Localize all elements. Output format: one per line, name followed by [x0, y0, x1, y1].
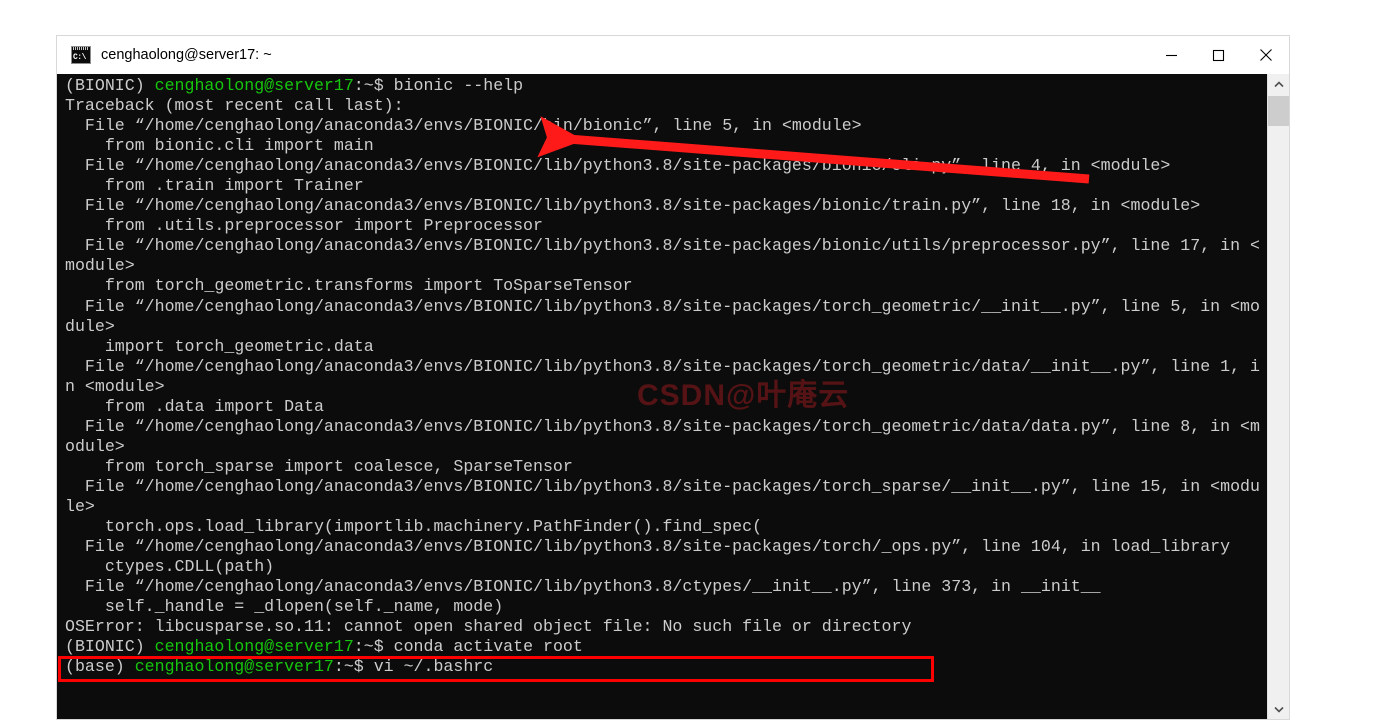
- terminal-line: from .data import Data: [65, 397, 1257, 417]
- terminal-segment: Traceback (most recent call last):: [65, 96, 404, 116]
- terminal-line: File “/home/cenghaolong/anaconda3/envs/B…: [65, 356, 1260, 377]
- terminal-line: File “/home/cenghaolong/anaconda3/envs/B…: [65, 156, 1257, 176]
- terminal-segment: ctypes.CDLL(path): [65, 557, 275, 577]
- terminal-line: File “/home/cenghaolong/anaconda3/envs/B…: [65, 577, 1257, 597]
- chevron-down-icon: [1273, 706, 1284, 713]
- terminal-segment: File “/home/cenghaolong/anaconda3/envs/B…: [65, 296, 1260, 316]
- terminal-segment: module>: [65, 256, 135, 276]
- terminal-output-area[interactable]: (BIONIC) cenghaolong@server17:~$ bionic …: [57, 74, 1289, 719]
- terminal-line: odule>: [65, 437, 1257, 457]
- terminal-segment: torch.ops.load_library(importlib.machine…: [65, 517, 763, 537]
- window-title: cenghaolong@server17: ~: [101, 47, 272, 63]
- terminal-line: from torch_geometric.transforms import T…: [65, 276, 1257, 296]
- terminal-segment: File “/home/cenghaolong/anaconda3/envs/B…: [65, 156, 1171, 176]
- terminal-segment: (BIONIC): [65, 637, 155, 657]
- terminal-line: OSError: libcusparse.so.11: cannot open …: [65, 617, 1257, 637]
- prompt-user-host: cenghaolong@server17: [154, 637, 354, 657]
- terminal-segment: from .data import Data: [65, 396, 324, 416]
- terminal-segment: (base): [65, 657, 135, 677]
- terminal-segment: from torch_geometric.transforms import T…: [65, 276, 633, 296]
- terminal-segment: odule>: [65, 436, 125, 456]
- terminal-line: ctypes.CDLL(path): [65, 557, 1257, 577]
- terminal-segment: File “/home/cenghaolong/anaconda3/envs/B…: [65, 537, 1231, 557]
- terminal-line: le>: [65, 497, 1257, 517]
- terminal-segment: from torch_sparse import coalesce, Spars…: [65, 456, 573, 476]
- terminal-line: import torch_geometric.data: [65, 337, 1257, 357]
- minimize-icon: [1166, 54, 1177, 56]
- terminal-line: File “/home/cenghaolong/anaconda3/envs/B…: [65, 236, 1260, 256]
- terminal-line: File “/home/cenghaolong/anaconda3/envs/B…: [65, 416, 1260, 437]
- prompt-user-host: cenghaolong@server17: [134, 657, 334, 677]
- scroll-down-button[interactable]: [1268, 699, 1289, 719]
- terminal-line: (BIONIC) cenghaolong@server17:~$ bionic …: [65, 76, 1257, 96]
- vertical-scrollbar[interactable]: [1267, 74, 1289, 719]
- terminal-line: File “/home/cenghaolong/anaconda3/envs/B…: [65, 116, 1257, 136]
- maximize-icon: [1212, 49, 1225, 61]
- terminal-line: from .utils.preprocessor import Preproce…: [65, 216, 1257, 236]
- terminal-line: (base) cenghaolong@server17:~$ vi ~/.bas…: [65, 657, 1257, 677]
- chevron-up-icon: [1273, 80, 1284, 87]
- close-icon: [1259, 49, 1272, 61]
- terminal-segment: File “/home/cenghaolong/anaconda3/envs/B…: [65, 236, 1260, 256]
- maximize-button[interactable]: [1195, 36, 1242, 74]
- screenshot-root: cenghaolong@server17: ~: [0, 0, 1388, 723]
- terminal-segment: (BIONIC): [65, 76, 155, 95]
- terminal-segment: File “/home/cenghaolong/anaconda3/envs/B…: [65, 116, 862, 136]
- terminal-segment: le>: [65, 496, 95, 516]
- terminal-line: File “/home/cenghaolong/anaconda3/envs/B…: [65, 476, 1260, 497]
- terminal-line: File “/home/cenghaolong/anaconda3/envs/B…: [65, 196, 1257, 216]
- terminal-segment: :~$ vi ~/.bashrc: [333, 657, 494, 677]
- terminal-text: (BIONIC) cenghaolong@server17:~$ bionic …: [65, 76, 1260, 677]
- terminal-segment: OSError: libcusparse.so.11: cannot open …: [65, 617, 912, 637]
- terminal-segment: :~$ bionic --help: [353, 76, 524, 95]
- terminal-window: cenghaolong@server17: ~: [57, 36, 1289, 719]
- terminal-line: File “/home/cenghaolong/anaconda3/envs/B…: [65, 537, 1257, 557]
- terminal-segment: File “/home/cenghaolong/anaconda3/envs/B…: [65, 577, 1101, 597]
- terminal-line: Traceback (most recent call last):: [65, 96, 1257, 116]
- terminal-segment: dule>: [65, 316, 115, 336]
- window-controls: [1148, 36, 1289, 74]
- terminal-segment: from .utils.preprocessor import Preproce…: [65, 216, 543, 236]
- terminal-segment: n <module>: [65, 376, 165, 396]
- scroll-up-button[interactable]: [1268, 74, 1289, 94]
- minimize-button[interactable]: [1148, 36, 1195, 74]
- terminal-segment: File “/home/cenghaolong/anaconda3/envs/B…: [65, 416, 1260, 436]
- terminal-line: from bionic.cli import main: [65, 136, 1257, 156]
- terminal-line: File “/home/cenghaolong/anaconda3/envs/B…: [65, 296, 1260, 317]
- terminal-line: from .train import Trainer: [65, 176, 1257, 196]
- terminal-line: from torch_sparse import coalesce, Spars…: [65, 457, 1257, 477]
- scrollbar-thumb[interactable]: [1268, 96, 1289, 126]
- terminal-segment: :~$ conda activate root: [353, 637, 583, 657]
- terminal-segment: from .train import Trainer: [65, 176, 364, 196]
- terminal-line: n <module>: [65, 377, 1257, 397]
- terminal-segment: File “/home/cenghaolong/anaconda3/envs/B…: [65, 356, 1260, 376]
- terminal-line: dule>: [65, 317, 1257, 337]
- terminal-segment: File “/home/cenghaolong/anaconda3/envs/B…: [65, 196, 1201, 216]
- terminal-segment: File “/home/cenghaolong/anaconda3/envs/B…: [65, 476, 1260, 496]
- terminal-segment: self._handle = _dlopen(self._name, mode): [65, 597, 504, 617]
- terminal-segment: import torch_geometric.data: [65, 336, 374, 356]
- terminal-line: self._handle = _dlopen(self._name, mode): [65, 597, 1257, 617]
- terminal-icon: [71, 46, 91, 64]
- close-button[interactable]: [1242, 36, 1289, 74]
- terminal-segment: from bionic.cli import main: [65, 136, 374, 156]
- terminal-line: torch.ops.load_library(importlib.machine…: [65, 517, 1257, 537]
- terminal-line: (BIONIC) cenghaolong@server17:~$ conda a…: [65, 637, 1257, 657]
- prompt-user-host: cenghaolong@server17: [154, 76, 354, 95]
- terminal-line: module>: [65, 256, 1257, 276]
- window-titlebar[interactable]: cenghaolong@server17: ~: [57, 36, 1289, 75]
